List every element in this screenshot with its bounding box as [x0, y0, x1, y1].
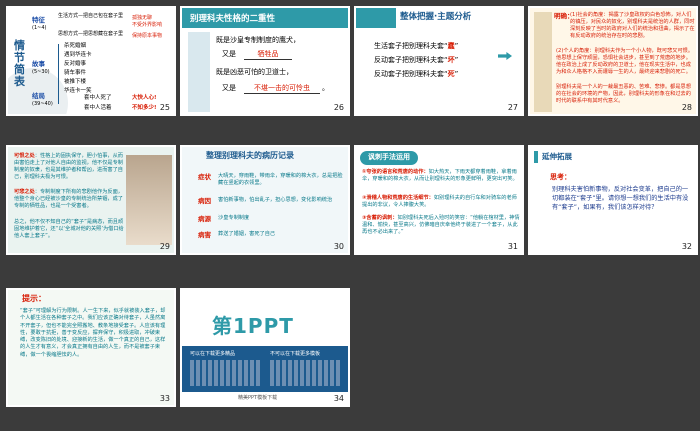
answer-paragraph-2: (2)个人的角度：别理科夫作为一个小人物，既可悲又可恨。他思想上保守顽固，恐惧社…: [556, 48, 694, 75]
end-result-1: 大快人心!: [132, 95, 157, 101]
row-text-cause: 害怕新事物，怕出乱子，担心思想，变化影响统治: [218, 197, 333, 203]
slide-number: 26: [333, 103, 344, 112]
answer-paragraph-3: 别理科夫是一个人的一裁最丑恶的、苦难、悲惨。都是思想的在社会的环境的产物，因此，…: [556, 84, 691, 104]
top-result-2: 不受外界影响: [132, 22, 163, 28]
slide-thumbnail-25[interactable]: 情节简表 特征 (1~4) 生活方式—把自己包在套子里 思想方式—把思想藏在套子…: [6, 6, 176, 116]
slide-thumbnail-32[interactable]: 延伸拓展 思考： 别理科夫害怕新事物，反对社会变革，把自己的一切都装在“套子”里…: [528, 145, 698, 255]
intro-1: 既是沙皇专制制度的鹰犬，: [216, 36, 300, 44]
slide-thumbnail-31[interactable]: 讽刺手法运用 ①夸张的语言和荒唐的动作：如大热天，下雨天都穿着雨鞋，拿着雨伞，穿…: [354, 145, 524, 255]
technique-item-1: ①夸张的语言和荒唐的动作：如大热天，下雨天都穿着雨鞋，拿着雨伞，穿暖和的棉大衣，…: [362, 169, 518, 182]
thumbnail-grid-right: [270, 360, 340, 386]
slide-number: 33: [159, 394, 170, 403]
title-marker: [534, 151, 538, 163]
slide-thumbnail-29[interactable]: 可恨之处：性格上的固执保守，胆小怕事，从而由害怕走上了对他人自由的监视，他不仅是…: [6, 145, 176, 255]
think-question: 别理科夫害怕新事物，反对社会变革，把自己的一切都装在“套子”里。请你想一想我们的…: [552, 186, 689, 211]
key-word-1: 蠢: [447, 42, 455, 50]
slide-number: 25: [159, 103, 170, 112]
mid-item-5: 被推下楼: [64, 79, 87, 85]
mid-item-2: 遇到华连卡: [64, 52, 92, 58]
key-word-2: 坏: [447, 56, 455, 64]
row-text-source: 沙皇专制制度: [218, 215, 250, 221]
slide-thumbnail-30[interactable]: 整理别理科夫的病历记录 症状 大晴天，穿雨鞋，带雨伞，穿暖和的棉大衣，总是把脸藏…: [180, 145, 350, 255]
thumbnail-grid-left: [190, 360, 260, 386]
key-word-3: 死: [447, 70, 455, 78]
lead-2: 又是: [222, 84, 236, 92]
bracket-line: [58, 44, 59, 104]
slide-number: 29: [159, 242, 170, 251]
mid-item-4: 骑车事件: [64, 70, 87, 76]
row-text-harm: 葬送了婚姻，害死了自己: [218, 231, 276, 237]
slide-number: 32: [681, 242, 692, 251]
intro-2: 既是凶恶可怕的卫道士，: [216, 68, 293, 76]
hint-label: 提示：: [22, 294, 46, 303]
end-item-1: 套中人死了: [84, 95, 112, 101]
answer-paragraph-1: (1)社会的角度：揭露了沙皇政权的白色恐怖，对人们的镇压，对民众的奴化，别理科夫…: [570, 12, 695, 39]
slide-title: 别理科夫性格的二重性: [190, 14, 276, 24]
group-sub-3: (39~40): [32, 101, 53, 107]
slide-thumbnail-34[interactable]: 第1PPT 可以在下载更多精品 不可以在下载更多模板 精美PPT模板下载 34: [180, 288, 350, 407]
slide-number: 34: [333, 394, 344, 403]
group-sub-1: (1~4): [32, 25, 47, 31]
row-text-symptom: 大晴天，穿雨鞋，带雨伞，穿暖和的棉大衣，总是把脸藏在竖起的衣领里。: [218, 173, 343, 186]
top-row-2: 思想方式—把思想藏在套子里: [58, 31, 124, 37]
slide-title: 整理别理科夫的病历记录: [206, 151, 294, 160]
row-label-source: 病源: [198, 215, 211, 223]
mid-item-1: 杀死婚姻: [64, 43, 87, 49]
title-tab: [356, 8, 396, 28]
slide-thumbnail-33[interactable]: 提示： “套子”可理解为行为限制。人一生下来，似乎就被装入套子，却个人都生活在各…: [6, 288, 176, 407]
slide-number: 31: [507, 242, 518, 251]
top-row-1: 生活方式—把自己包在套子里: [58, 13, 124, 19]
portrait-image: [126, 155, 172, 245]
theme-line-1: 生活套子把别理科夫套“蠢”: [374, 42, 459, 50]
slide-title: 整体把握·主题分析: [400, 12, 472, 22]
think-label: 思考：: [550, 173, 571, 181]
side-decoration: [188, 32, 210, 112]
brand-logo: 第1PPT: [212, 314, 294, 338]
end-item-2: 套中人活着: [84, 105, 112, 111]
row-label-harm: 病害: [198, 231, 211, 239]
slide-number: 30: [333, 242, 344, 251]
slide-thumbnail-27[interactable]: 整体把握·主题分析 生活套子把别理科夫套“蠢” 反动套子把别理科夫套“坏” 反动…: [354, 6, 524, 116]
theme-line-2: 反动套子把别理科夫套“坏”: [374, 56, 459, 64]
paragraph-pitiful: 可悲之处：专制制度下所有的悲剧他作为反面，他整个身心已经被沙皇的专制统治所禁锢，…: [14, 189, 123, 209]
row-label-cause: 病因: [198, 197, 211, 205]
slide-title: 讽刺手法运用: [368, 153, 410, 161]
answer-blank-1: 牺牲品: [244, 50, 292, 60]
hint-text: “套子”可理解为行为限制。人一生下来，似乎就被装入套子，却个人都生活在各种套子之…: [20, 308, 166, 358]
top-result-3: 保持原本事物: [132, 33, 163, 39]
group-sub-2: (5~30): [32, 69, 50, 75]
technique-item-2: ②滑稽人物和荒唐的生活细节：如别理科夫的自行车和对骑车的老师提出的非议，令人捧腹…: [362, 195, 517, 208]
slide-thumbnail-26[interactable]: 别理科夫性格的二重性 既是沙皇专制制度的鹰犬， 又是 牺牲品 既是凶恶可怕的卫道…: [180, 6, 350, 116]
slide-thumbnail-28[interactable]: 明确： (1)社会的角度：揭露了沙皇政权的白色恐怖，对人们的镇压，对民众的奴化，…: [528, 6, 698, 116]
theme-line-3: 反动套子把别理科夫套“死”: [374, 70, 459, 78]
slide-number: 28: [681, 103, 692, 112]
side-decoration: [534, 12, 552, 112]
end-result-2: 不知多少!: [132, 105, 157, 111]
lead-1: 又是: [222, 50, 236, 58]
slide-number: 27: [507, 103, 518, 112]
paragraph-summary: 总之，他不仅不知自己的“套子”是病态，而且顽固地维护着它，还“以‘全城对他的关照…: [14, 219, 124, 239]
caption-right: 不可以在下载更多模板: [270, 351, 321, 357]
mid-item-3: 反对婚事: [64, 61, 87, 67]
caption-left: 可以在下载更多精品: [190, 351, 236, 357]
row-label-symptom: 症状: [198, 173, 211, 181]
tagline: 精美PPT模板下载: [238, 395, 278, 401]
vertical-title: 情节简表: [14, 39, 25, 88]
technique-item-3: ③含蓄的讽刺：如别理科夫死后入殓时的笑容：“他躺在棺材里，神情温和、愉快，甚至高…: [362, 215, 520, 235]
answer-blank-2: 不堪一击的可怜虫: [244, 84, 320, 94]
arrow-right-icon: [498, 52, 512, 60]
slide-title: 延伸拓展: [542, 152, 572, 161]
paragraph-hateful: 可恨之处：性格上的固执保守，胆小怕事，从而由害怕走上了对他人自由的监视，他不仅是…: [14, 153, 123, 180]
end-mark: 。: [322, 84, 329, 92]
